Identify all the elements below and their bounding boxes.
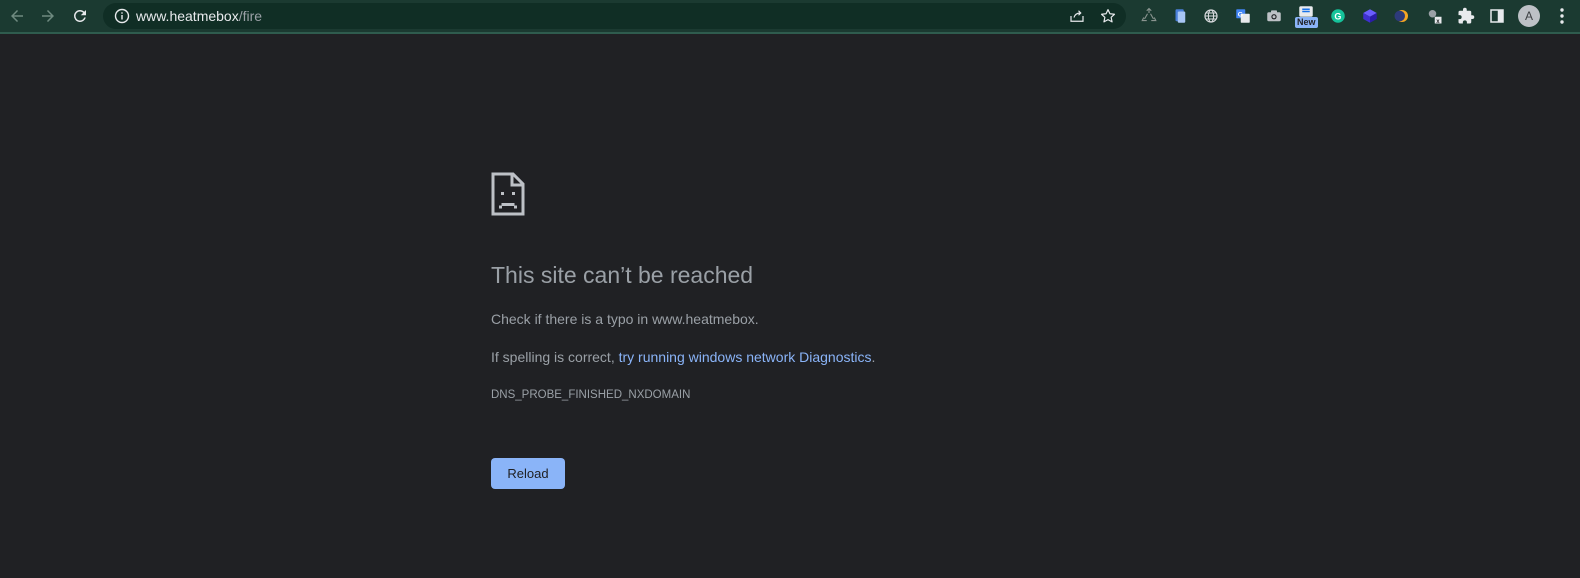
sad-page-icon — [491, 172, 525, 216]
new-badge: New — [1295, 17, 1318, 28]
browser-toolbar: www.heatmebox/fire G New G x A — [0, 0, 1580, 34]
diagnostics-hint: If spelling is correct, try running wind… — [491, 349, 875, 365]
typo-hint: Check if there is a typo in www.heatmebo… — [491, 311, 759, 327]
reload-button[interactable]: Reload — [491, 458, 565, 489]
camera-icon[interactable] — [1264, 6, 1284, 26]
forward-arrow-icon[interactable] — [36, 4, 60, 28]
star-icon[interactable] — [1099, 7, 1117, 25]
recycle-icon[interactable] — [1139, 6, 1159, 26]
share-icon[interactable] — [1068, 7, 1086, 25]
url-host: www.heatmebox — [136, 8, 239, 24]
back-arrow-icon[interactable] — [5, 4, 29, 28]
puzzle-icon[interactable] — [1456, 6, 1476, 26]
url-text[interactable]: www.heatmebox/fire — [136, 8, 262, 24]
file-icon[interactable] — [1170, 6, 1190, 26]
address-bar[interactable]: www.heatmebox/fire — [103, 3, 1126, 29]
url-path: /fire — [238, 8, 263, 24]
error-code: DNS_PROBE_FINISHED_NXDOMAIN — [491, 389, 691, 401]
error-title: This site can’t be reached — [491, 262, 754, 288]
gadget-icon[interactable]: x — [1424, 6, 1444, 26]
diagnostics-link[interactable]: try running windows network Diagnostics — [619, 349, 872, 365]
kebab-menu-icon[interactable] — [1552, 6, 1572, 26]
svg-text:G: G — [1238, 11, 1243, 18]
translate-icon[interactable]: G — [1233, 6, 1253, 26]
info-icon[interactable] — [114, 8, 130, 24]
sidebar-icon[interactable] — [1487, 6, 1507, 26]
cube-icon[interactable] — [1360, 6, 1380, 26]
diagnostics-suffix: . — [871, 349, 876, 365]
svg-text:G: G — [1334, 11, 1341, 21]
diagnostics-prefix: If spelling is correct, — [491, 349, 619, 365]
grammarly-icon[interactable]: G — [1328, 6, 1348, 26]
reload-icon[interactable] — [68, 4, 92, 28]
moon-icon[interactable] — [1392, 6, 1412, 26]
globe-icon[interactable] — [1201, 6, 1221, 26]
profile-avatar[interactable]: A — [1518, 5, 1540, 27]
